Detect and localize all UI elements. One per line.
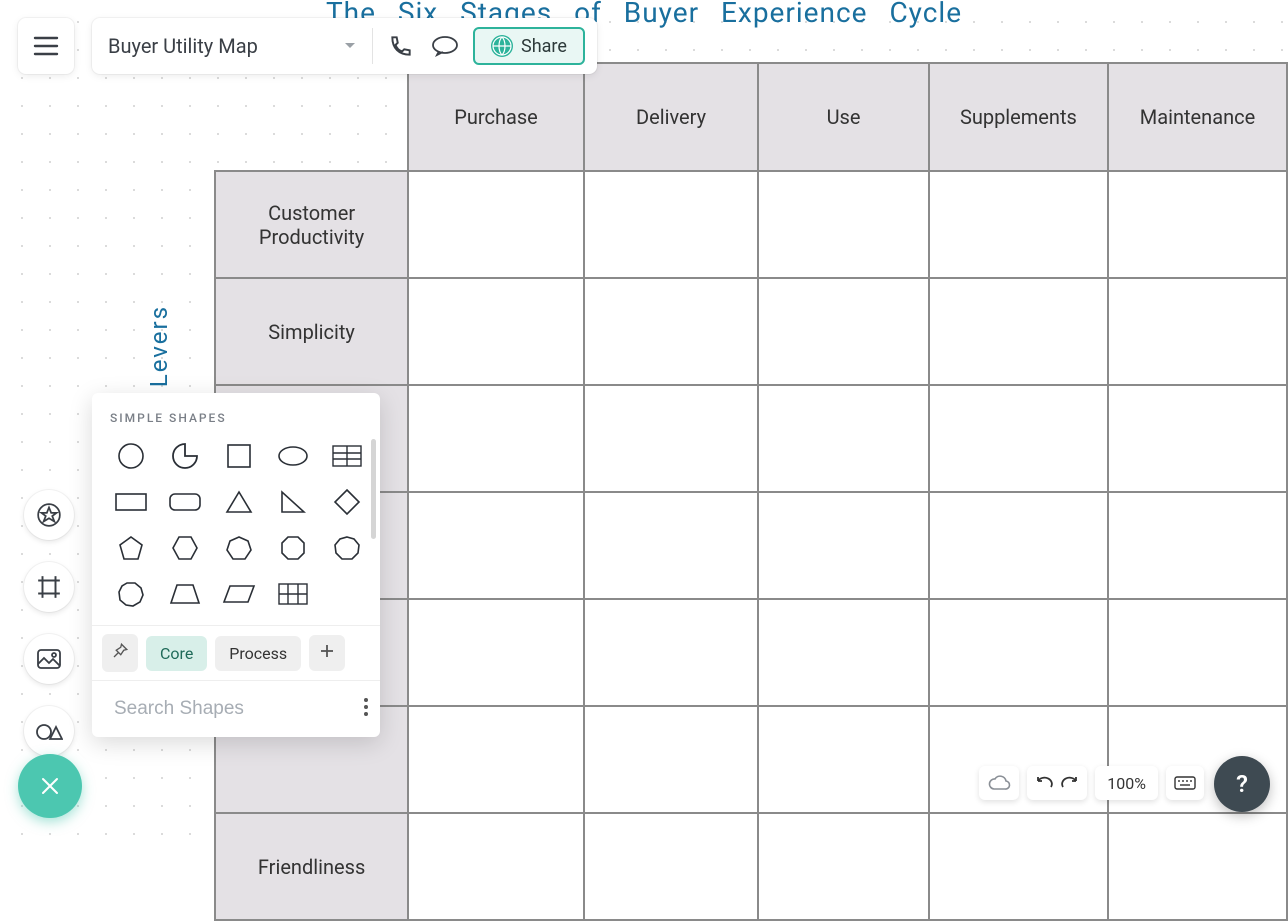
shape-grid [110, 435, 362, 619]
bottom-controls: 100% [979, 766, 1204, 800]
image-icon [36, 648, 62, 670]
tab-process[interactable]: Process [215, 636, 301, 671]
document-bar: Buyer Utility Map Share [92, 18, 597, 74]
more-vertical-icon [363, 697, 369, 717]
help-button[interactable]: ? [1214, 756, 1270, 812]
shape-nonagon[interactable] [326, 533, 368, 563]
shapes-icon [35, 719, 63, 743]
frame-icon [36, 574, 62, 600]
shape-trapezoid[interactable] [164, 579, 206, 609]
divider [372, 28, 373, 64]
col-header[interactable]: Maintenance [1108, 63, 1287, 171]
tool-shapes[interactable] [24, 706, 74, 756]
pin-icon [111, 642, 129, 660]
zoom-value: 100% [1103, 774, 1150, 793]
globe-icon [491, 35, 513, 57]
col-header[interactable]: Supplements [929, 63, 1108, 171]
shape-parallelogram[interactable] [218, 579, 260, 609]
shape-diamond[interactable] [326, 487, 368, 517]
panel-scrollbar[interactable] [371, 439, 376, 539]
chat-icon [431, 35, 459, 57]
undo-redo-group [1027, 766, 1087, 800]
star-icon [36, 502, 62, 528]
col-header[interactable]: Purchase [408, 63, 584, 171]
comment-button[interactable] [423, 24, 467, 68]
zoom-control[interactable]: 100% [1095, 766, 1158, 800]
tool-image[interactable] [24, 634, 74, 684]
search-more-button[interactable] [359, 693, 373, 725]
row-header[interactable]: Friendliness [215, 813, 408, 920]
shape-table[interactable] [326, 441, 368, 471]
shape-rectangle[interactable] [110, 487, 152, 517]
share-button[interactable]: Share [473, 27, 585, 65]
shape-ellipse[interactable] [272, 441, 314, 471]
shape-library-tabs: Core Process [92, 625, 380, 680]
plus-icon [319, 643, 335, 659]
panel-header: SIMPLE SHAPES [92, 393, 380, 435]
chevron-down-icon [344, 42, 356, 50]
shape-octagon[interactable] [272, 533, 314, 563]
shape-pentagon[interactable] [110, 533, 152, 563]
undo-icon [1035, 775, 1053, 789]
tab-core[interactable]: Core [146, 636, 207, 671]
shape-grid[interactable] [272, 579, 314, 609]
shape-right-triangle[interactable] [272, 487, 314, 517]
keyboard-button[interactable] [1166, 766, 1204, 800]
shape-triangle[interactable] [218, 487, 260, 517]
menu-button[interactable] [18, 18, 74, 74]
shape-rounded-rectangle[interactable] [164, 487, 206, 517]
keyboard-icon [1174, 776, 1196, 790]
pin-button[interactable] [102, 634, 138, 672]
sync-status[interactable] [979, 766, 1019, 800]
add-library-button[interactable] [309, 635, 345, 671]
col-header[interactable]: Delivery [584, 63, 758, 171]
share-label: Share [521, 36, 567, 57]
close-icon [38, 774, 62, 798]
close-panel-button[interactable] [18, 754, 82, 818]
phone-icon [388, 33, 414, 59]
search-input[interactable] [114, 698, 359, 720]
shape-search-row [92, 680, 380, 737]
undo-button[interactable] [1035, 774, 1053, 793]
shape-circle[interactable] [110, 441, 152, 471]
shape-heptagon[interactable] [218, 533, 260, 563]
redo-icon [1061, 775, 1079, 789]
tool-star[interactable] [24, 490, 74, 540]
shapes-panel: SIMPLE SHAPES Core [92, 393, 380, 737]
hamburger-icon [33, 35, 59, 57]
shape-hexagon[interactable] [164, 533, 206, 563]
help-label: ? [1236, 770, 1248, 798]
matrix-side-title[interactable]: Levers [145, 305, 173, 387]
call-button[interactable] [379, 24, 423, 68]
col-header[interactable]: Use [758, 63, 929, 171]
tool-frame[interactable] [24, 562, 74, 612]
redo-button[interactable] [1061, 774, 1079, 793]
shape-square[interactable] [218, 441, 260, 471]
shape-decagon[interactable] [110, 579, 152, 609]
document-title[interactable]: Buyer Utility Map [104, 34, 344, 58]
row-header[interactable]: Simplicity [215, 278, 408, 385]
shape-pie[interactable] [164, 441, 206, 471]
row-header[interactable]: Customer Productivity [215, 171, 408, 278]
doc-dropdown[interactable] [344, 39, 366, 53]
matrix-corner [215, 63, 408, 171]
cloud-icon [987, 774, 1011, 792]
